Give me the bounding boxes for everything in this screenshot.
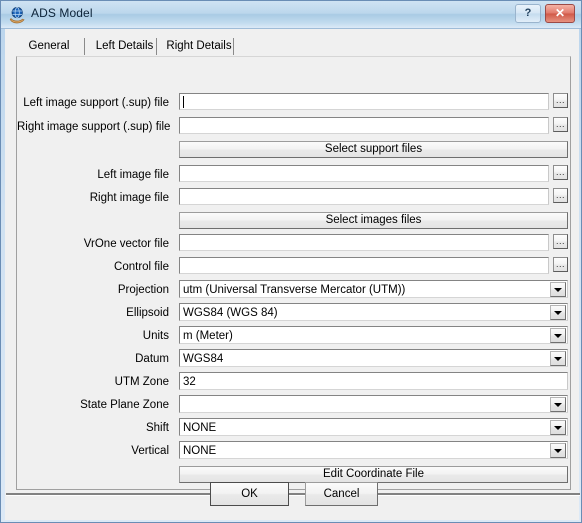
input-left-image-file[interactable] [179, 165, 549, 182]
label-utm-zone: UTM Zone [114, 376, 169, 388]
label-projection: Projection [117, 284, 169, 296]
tab-left-details[interactable]: Left Details [87, 36, 162, 57]
browse-left-image-file-button[interactable]: ... [553, 165, 568, 180]
browse-right-image-file-button[interactable]: ... [553, 188, 568, 203]
help-button[interactable]: ? [515, 4, 541, 23]
chevron-down-icon[interactable] [550, 420, 566, 435]
label-vrone-vector-file: VrOne vector file [83, 238, 169, 250]
edit-coordinate-file-button[interactable]: Edit Coordinate File [179, 466, 568, 483]
label-vertical: Vertical [131, 445, 169, 457]
close-button[interactable]: ✕ [545, 4, 575, 23]
combo-datum[interactable]: WGS84 [179, 349, 568, 367]
chevron-down-icon[interactable] [550, 282, 566, 297]
tab-right-details[interactable]: Right Details [159, 36, 239, 57]
ok-button[interactable]: OK [210, 482, 289, 506]
chevron-down-icon[interactable] [550, 443, 566, 458]
combo-shift-value: NONE [183, 422, 217, 434]
combo-ellipsoid-value: WGS84 (WGS 84) [183, 307, 278, 319]
chevron-down-icon[interactable] [550, 351, 566, 366]
label-shift: Shift [145, 422, 169, 434]
ads-model-window: ADS Model ? ✕ General Left Details Right… [0, 0, 582, 523]
input-left-image-support-file[interactable] [179, 93, 549, 110]
tab-separator [84, 38, 85, 55]
browse-right-image-support-file-button[interactable]: ... [553, 117, 568, 132]
label-left-image-support-file: Left image support (.sup) file [23, 97, 169, 109]
label-left-image-file: Left image file [97, 169, 169, 181]
chevron-down-icon[interactable] [550, 305, 566, 320]
label-ellipsoid: Ellipsoid [126, 307, 169, 319]
combo-projection-value: utm (Universal Transverse Mercator (UTM)… [183, 284, 406, 296]
tab-separator [156, 38, 157, 55]
browse-vrone-vector-file-button[interactable]: ... [553, 234, 568, 249]
select-support-files-button[interactable]: Select support files [179, 141, 568, 158]
cancel-button[interactable]: Cancel [305, 482, 378, 506]
panel-content: Left image support (.sup) file ... Right… [17, 57, 570, 489]
input-control-file[interactable] [179, 257, 549, 274]
input-vrone-vector-file[interactable] [179, 234, 549, 251]
combo-units[interactable]: m (Meter) [179, 326, 568, 344]
tab-general[interactable]: General [16, 36, 82, 57]
label-right-image-support-file: Right image support (.sup) file [17, 121, 171, 133]
chevron-down-icon[interactable] [550, 328, 566, 343]
title-bar: ADS Model ? ✕ [1, 1, 581, 29]
combo-datum-value: WGS84 [183, 353, 224, 365]
browse-control-file-button[interactable]: ... [553, 257, 568, 272]
combo-projection[interactable]: utm (Universal Transverse Mercator (UTM)… [179, 280, 568, 298]
dialog-client-area: General Left Details Right Details Left … [5, 29, 580, 520]
footer-separator [6, 493, 580, 496]
combo-state-plane-zone[interactable] [179, 395, 568, 413]
globe-hand-icon [9, 6, 27, 24]
combo-vertical-value: NONE [183, 445, 217, 457]
combo-vertical[interactable]: NONE [179, 441, 568, 459]
tab-separator [233, 38, 234, 55]
chevron-down-icon[interactable] [550, 397, 566, 412]
combo-units-value: m (Meter) [183, 330, 233, 342]
label-datum: Datum [135, 353, 169, 365]
input-right-image-support-file[interactable] [179, 117, 549, 134]
label-control-file: Control file [114, 261, 169, 273]
label-state-plane-zone: State Plane Zone [80, 399, 169, 411]
window-title: ADS Model [31, 6, 93, 20]
tab-strip: General Left Details Right Details [16, 36, 568, 57]
combo-ellipsoid[interactable]: WGS84 (WGS 84) [179, 303, 568, 321]
tab-panel-general: Left image support (.sup) file ... Right… [16, 56, 571, 490]
combo-shift[interactable]: NONE [179, 418, 568, 436]
input-right-image-file[interactable] [179, 188, 549, 205]
input-utm-zone[interactable]: 32 [179, 372, 568, 390]
browse-left-image-support-file-button[interactable]: ... [553, 93, 568, 108]
select-images-files-button[interactable]: Select images files [179, 212, 568, 229]
label-right-image-file: Right image file [89, 192, 169, 204]
label-units: Units [142, 330, 169, 342]
